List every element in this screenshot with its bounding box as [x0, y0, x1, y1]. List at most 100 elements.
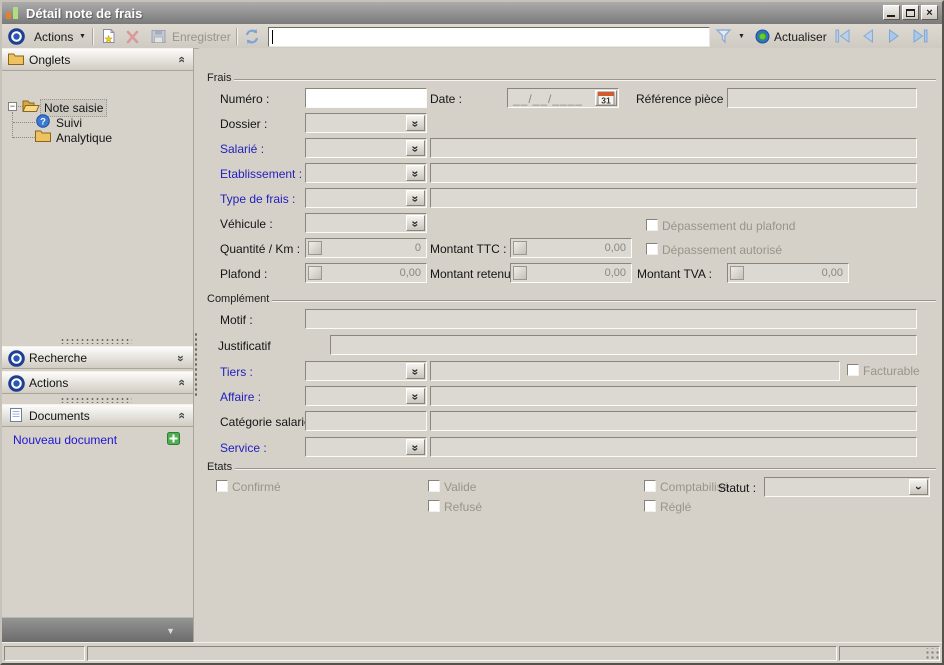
help-icon: ? [36, 114, 50, 128]
depassement-autorise-checkbox[interactable] [646, 243, 658, 255]
etablissement-label[interactable]: Etablissement : [220, 167, 302, 181]
facturable-checkbox[interactable] [847, 364, 859, 376]
dropdown-button[interactable]: » [406, 439, 425, 455]
minimize-icon [887, 15, 895, 17]
tree-item-analytique[interactable]: Analytique [56, 131, 112, 145]
facturable-label: Facturable [863, 364, 920, 378]
section-actions[interactable]: Actions » [2, 371, 193, 394]
montant-ttc-field[interactable]: 0,00 [510, 238, 632, 258]
dropdown-button[interactable]: » [406, 190, 425, 206]
regle-checkbox[interactable] [644, 500, 656, 512]
plafond-field[interactable]: 0,00 [305, 263, 427, 283]
dossier-combobox[interactable]: » [305, 113, 427, 133]
collapsed-panel-bar[interactable]: ▼ [2, 617, 193, 643]
chevron-up-icon[interactable]: » [174, 413, 188, 419]
justificatif-input[interactable] [330, 335, 917, 355]
section-documents[interactable]: Documents » [2, 404, 193, 427]
statut-combobox[interactable]: › [764, 477, 930, 497]
etablissement-combobox[interactable]: » [305, 163, 427, 183]
numero-input[interactable] [305, 88, 427, 108]
comptabilise-checkbox[interactable] [644, 480, 656, 492]
motif-input[interactable] [305, 309, 917, 329]
section-recherche[interactable]: Recherche » [2, 346, 193, 369]
dropdown-button[interactable]: » [406, 363, 425, 379]
dropdown-button[interactable]: › [909, 479, 928, 495]
affaire-combobox[interactable]: » [305, 386, 427, 406]
actions-menu-button[interactable]: Actions [34, 30, 73, 44]
dropdown-button[interactable]: » [406, 388, 425, 404]
nav-first-icon[interactable] [833, 29, 853, 43]
target-icon [8, 350, 25, 367]
calendar-button[interactable]: 31 [595, 90, 617, 106]
chevron-up-icon[interactable]: » [174, 57, 188, 63]
type-frais-label[interactable]: Type de frais : [220, 192, 295, 206]
lookup-button[interactable] [308, 241, 322, 255]
type-frais-combobox[interactable]: » [305, 188, 427, 208]
splitter-handle[interactable] [60, 338, 132, 344]
minimize-button[interactable] [883, 5, 900, 20]
splitter-handle[interactable] [60, 397, 132, 403]
nav-previous-icon[interactable] [860, 29, 876, 43]
refuse-checkbox[interactable] [428, 500, 440, 512]
dropdown-button[interactable]: » [406, 165, 425, 181]
window-titlebar[interactable]: Détail note de frais × [2, 2, 942, 24]
tiers-label[interactable]: Tiers : [220, 365, 253, 379]
affaire-label[interactable]: Affaire : [220, 390, 261, 404]
dropdown-button[interactable]: » [406, 140, 425, 156]
tiers-combobox[interactable]: » [305, 361, 427, 381]
service-combobox[interactable]: » [305, 437, 427, 457]
chevron-up-icon[interactable]: » [174, 380, 188, 386]
confirme-checkbox[interactable] [216, 480, 228, 492]
actions-dropdown-icon[interactable]: ▼ [79, 33, 86, 40]
nav-next-icon[interactable] [886, 29, 902, 43]
lookup-button[interactable] [513, 266, 527, 280]
salarie-label[interactable]: Salarié : [220, 142, 264, 156]
close-button[interactable]: × [921, 5, 938, 20]
quantite-field[interactable]: 0 [305, 238, 427, 258]
tiers-description-field [430, 361, 840, 381]
reference-piece-input[interactable] [727, 88, 917, 108]
tree-expand-box[interactable]: − [8, 102, 17, 111]
montant-retenu-field[interactable]: 0,00 [510, 263, 632, 283]
justificatif-label: Justificatif [218, 339, 271, 353]
add-plus-icon[interactable] [167, 432, 180, 445]
depassement-plafond-checkbox[interactable] [646, 219, 658, 231]
tree-item-note-saisie[interactable]: Note saisie [40, 99, 107, 117]
lookup-button[interactable] [730, 266, 744, 280]
section-onglets[interactable]: Onglets » [2, 48, 193, 71]
new-document-icon[interactable]: ★ [100, 28, 117, 44]
filter-dropdown-icon[interactable]: ▼ [738, 33, 745, 40]
chevron-down-icon[interactable]: » [174, 355, 188, 361]
etablissement-description-field [430, 163, 917, 183]
filter-icon[interactable] [715, 28, 732, 44]
valide-checkbox[interactable] [428, 480, 440, 492]
lookup-button[interactable] [513, 241, 527, 255]
refresh-button[interactable]: Actualiser [774, 30, 827, 44]
double-chevron-down-icon: » [410, 146, 422, 151]
resize-grip[interactable] [926, 648, 940, 660]
toolbar-separator [92, 28, 93, 45]
service-label[interactable]: Service : [220, 441, 267, 455]
montant-tva-field[interactable]: 0,00 [727, 263, 849, 283]
salarie-combobox[interactable]: » [305, 138, 427, 158]
tree-item-suivi[interactable]: Suivi [56, 116, 82, 130]
section-actions-label: Actions [29, 376, 68, 390]
date-input[interactable]: __/__/____ 31 [507, 88, 619, 108]
refresh-orb-icon[interactable] [755, 29, 770, 44]
vehicule-combobox[interactable]: » [305, 213, 427, 233]
delete-icon[interactable] [125, 30, 140, 44]
section-recherche-label: Recherche [29, 351, 87, 365]
double-chevron-down-icon: » [410, 121, 422, 126]
categorie-salarie-input[interactable] [305, 411, 427, 431]
dropdown-button[interactable]: » [406, 215, 425, 231]
save-button[interactable]: Enregistrer [172, 30, 231, 44]
dropdown-button[interactable]: » [406, 115, 425, 131]
search-input[interactable] [268, 27, 710, 47]
maximize-button[interactable] [902, 5, 919, 20]
sync-icon[interactable] [243, 28, 261, 45]
statut-label: Statut : [718, 481, 756, 495]
nav-last-icon[interactable] [910, 29, 930, 43]
lookup-button[interactable] [308, 266, 322, 280]
save-icon[interactable] [151, 29, 168, 44]
new-document-link[interactable]: Nouveau document [13, 433, 117, 447]
